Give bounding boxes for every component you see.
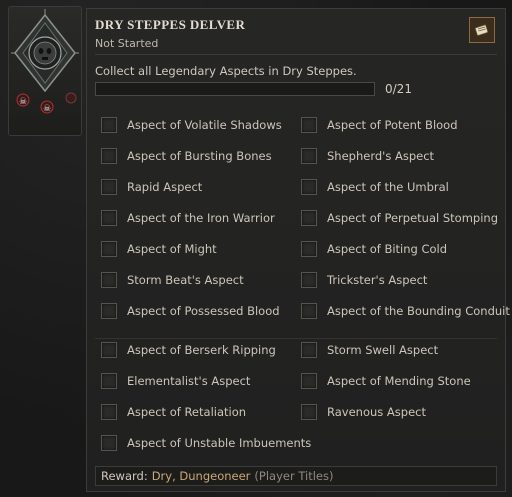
aspect-checkbox[interactable] [101, 342, 117, 358]
reward-value: Dry, Dungeoneer [151, 469, 251, 483]
aspect-checkbox[interactable] [101, 241, 117, 257]
aspect-label: Aspect of Bursting Bones [127, 149, 272, 163]
reward-bar: Reward: Dry, Dungeoneer (Player Titles) [95, 466, 497, 486]
header-divider [95, 54, 497, 55]
challenge-emblem-card[interactable]: ☠ ☠ [8, 6, 82, 136]
aspect-label: Aspect of Retaliation [127, 405, 247, 419]
aspect-item[interactable]: Aspect of Perpetual Stomping [301, 208, 498, 228]
aspect-label: Storm Swell Aspect [327, 343, 439, 357]
aspect-item[interactable]: Aspect of Might [101, 239, 217, 259]
aspect-checkbox[interactable] [101, 435, 117, 451]
aspect-checkbox[interactable] [301, 272, 317, 288]
aspect-label: Aspect of the Umbral [327, 180, 449, 194]
aspect-label: Aspect of Mending Stone [327, 374, 471, 388]
aspect-label: Trickster's Aspect [327, 273, 428, 287]
aspect-item[interactable]: Aspect of Possessed Blood [101, 301, 280, 321]
scroll-icon-button[interactable] [469, 17, 495, 43]
aspect-label: Aspect of Volatile Shadows [127, 118, 282, 132]
progress-bar [95, 82, 375, 96]
aspect-item[interactable]: Aspect of Mending Stone [301, 371, 471, 391]
aspect-label: Shepherd's Aspect [327, 149, 435, 163]
aspect-checkbox[interactable] [101, 373, 117, 389]
aspect-checkbox[interactable] [301, 404, 317, 420]
aspect-label: Aspect of Perpetual Stomping [327, 211, 498, 225]
aspect-item[interactable]: Aspect of Potent Blood [301, 115, 458, 135]
list-separator [95, 338, 497, 339]
aspect-checkbox[interactable] [301, 373, 317, 389]
aspect-item[interactable]: Aspect of Unstable Imbuements [101, 433, 311, 453]
aspect-checkbox[interactable] [101, 272, 117, 288]
aspect-item[interactable]: Aspect of Bursting Bones [101, 146, 272, 166]
aspect-item[interactable]: Aspect of the Umbral [301, 177, 449, 197]
skull-diamond-emblem-icon: ☠ ☠ [11, 9, 79, 114]
reward-note: (Player Titles) [254, 469, 334, 483]
aspect-label: Ravenous Aspect [327, 405, 426, 419]
aspect-item[interactable]: Trickster's Aspect [301, 270, 427, 290]
scroll-icon [474, 24, 489, 36]
aspect-label: Aspect of Berserk Ripping [127, 343, 276, 357]
aspect-checkbox[interactable] [101, 210, 117, 226]
aspect-checkbox[interactable] [301, 241, 317, 257]
aspect-checkbox[interactable] [301, 210, 317, 226]
aspect-checkbox[interactable] [301, 303, 317, 319]
challenge-description: Collect all Legendary Aspects in Dry Ste… [95, 64, 357, 78]
aspect-label: Aspect of Potent Blood [327, 118, 458, 132]
aspect-label: Aspect of Might [127, 242, 217, 256]
aspect-checkbox[interactable] [301, 342, 317, 358]
aspect-item[interactable]: Storm Swell Aspect [301, 340, 438, 360]
aspect-item[interactable]: Aspect of Volatile Shadows [101, 115, 282, 135]
aspect-item[interactable]: Aspect of Biting Cold [301, 239, 447, 259]
aspect-label: Aspect of the Bounding Conduit [327, 304, 510, 318]
aspect-label: Rapid Aspect [127, 180, 203, 194]
aspect-label: Storm Beat's Aspect [127, 273, 244, 287]
aspect-checkbox[interactable] [101, 117, 117, 133]
aspect-item[interactable]: Storm Beat's Aspect [101, 270, 244, 290]
aspect-item[interactable]: Aspect of the Iron Warrior [101, 208, 275, 228]
aspect-item[interactable]: Shepherd's Aspect [301, 146, 434, 166]
aspect-item[interactable]: Aspect of Retaliation [101, 402, 246, 422]
aspect-checkbox[interactable] [101, 179, 117, 195]
aspect-label: Aspect of Biting Cold [327, 242, 448, 256]
challenge-title: DRY STEPPES DELVER [95, 17, 246, 32]
challenge-panel: DRY STEPPES DELVER Not Started Collect a… [86, 8, 510, 492]
aspect-checkbox[interactable] [101, 303, 117, 319]
challenge-status: Not Started [95, 37, 159, 50]
aspect-item[interactable]: Rapid Aspect [101, 177, 202, 197]
aspect-checkbox[interactable] [301, 117, 317, 133]
aspect-checkbox[interactable] [101, 404, 117, 420]
aspect-label: Elementalist's Aspect [127, 374, 251, 388]
aspect-item[interactable]: Ravenous Aspect [301, 402, 426, 422]
progress-count: 0/21 [385, 82, 412, 96]
aspect-checkbox[interactable] [301, 179, 317, 195]
svg-text:☠: ☠ [43, 104, 51, 114]
aspect-label: Aspect of Unstable Imbuements [127, 436, 312, 450]
aspect-item[interactable]: Aspect of Berserk Ripping [101, 340, 276, 360]
aspect-item[interactable]: Elementalist's Aspect [101, 371, 250, 391]
aspect-checkbox[interactable] [301, 148, 317, 164]
aspect-label: Aspect of the Iron Warrior [127, 211, 275, 225]
svg-text:☠: ☠ [19, 97, 27, 107]
aspect-label: Aspect of Possessed Blood [127, 304, 280, 318]
reward-label: Reward: [101, 469, 148, 483]
aspect-item[interactable]: Aspect of the Bounding Conduit [301, 301, 510, 321]
aspect-checkbox[interactable] [101, 148, 117, 164]
